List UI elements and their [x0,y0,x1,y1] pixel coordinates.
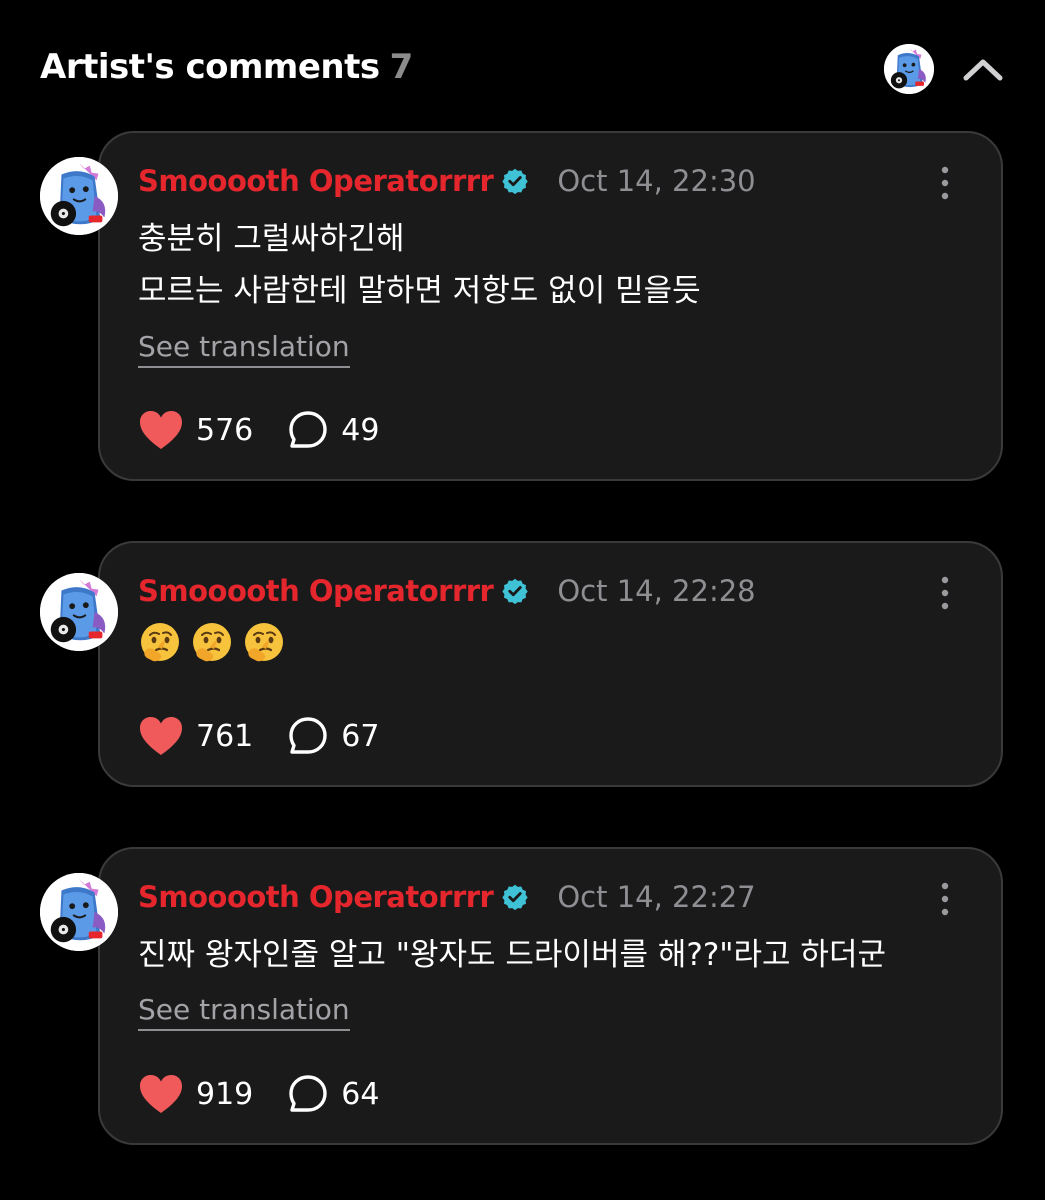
thinking-face-emoji [138,621,182,665]
verified-badge-icon [501,883,529,911]
like-button[interactable]: 919 [138,1073,253,1115]
see-translation-link[interactable]: See translation [138,993,350,1031]
author-name[interactable]: Smooooth Operatorrrr [138,164,494,198]
more-options-button[interactable] [933,165,957,201]
collapse-button[interactable] [960,50,1006,90]
reply-button[interactable]: 64 [287,1073,379,1115]
speech-bubble-icon [287,1073,329,1115]
more-options-button[interactable] [933,881,957,917]
avatar-icon [40,573,118,651]
like-count: 761 [196,718,254,754]
like-count: 919 [196,1076,254,1112]
avatar[interactable] [40,873,118,951]
avatar-icon [884,44,934,94]
reply-count: 49 [341,412,380,448]
speech-bubble-icon [287,715,329,757]
comment-line: 모르는 사람한테 말하면 저항도 없이 믿을듯 [138,273,701,309]
timestamp: Oct 14, 22:28 [557,574,756,608]
more-options-button[interactable] [933,575,957,611]
heart-icon [138,409,184,451]
comment-actions: 761 67 [138,715,379,757]
like-button[interactable]: 761 [138,715,253,757]
comment-card: Smooooth Operatorrrr Oct 14, 22:27 진짜 왕자… [40,847,1003,1145]
section-title-text: Artist's comments [40,47,380,87]
avatar-icon [40,873,118,951]
reply-button[interactable]: 49 [287,409,379,451]
reply-count: 67 [341,718,380,754]
thinking-face-emoji [190,621,234,665]
avatar[interactable] [40,573,118,651]
reply-button[interactable]: 67 [287,715,379,757]
comment-line: 충분히 그럴싸하긴해 [138,221,405,257]
comment-meta: Smooooth Operatorrrr Oct 14, 22:28 [138,571,756,611]
avatar[interactable] [40,157,118,235]
see-translation-link[interactable]: See translation [138,330,350,368]
comment-meta: Smooooth Operatorrrr Oct 14, 22:30 [138,161,756,201]
avatar-icon [40,157,118,235]
vertical-ellipsis-icon [933,165,957,201]
verified-badge-icon [501,167,529,195]
comment-card: Smooooth Operatorrrr Oct 14, 22:30 충분히 그… [40,131,1003,481]
comment-actions: 919 64 [138,1073,379,1115]
comments-header: Artist's comments 7 [40,44,1005,94]
comment-count: 7 [389,47,414,87]
verified-badge-icon [501,577,529,605]
thinking-face-emoji [242,621,286,665]
timestamp: Oct 14, 22:30 [557,164,756,198]
vertical-ellipsis-icon [933,575,957,611]
timestamp: Oct 14, 22:27 [557,880,756,914]
comment-body [138,621,294,665]
like-count: 576 [196,412,254,448]
author-name[interactable]: Smooooth Operatorrrr [138,574,494,608]
comment-card: Smooooth Operatorrrr Oct 14, 22:28 761 6… [40,541,1003,787]
reply-count: 64 [341,1076,380,1112]
comment-meta: Smooooth Operatorrrr Oct 14, 22:27 [138,877,756,917]
author-name[interactable]: Smooooth Operatorrrr [138,880,494,914]
comment-line: 진짜 왕자인줄 알고 "왕자도 드라이버를 해??"라고 하더군 [138,937,886,973]
like-button[interactable]: 576 [138,409,253,451]
avatar[interactable] [884,44,934,94]
comment-body: 진짜 왕자인줄 알고 "왕자도 드라이버를 해??"라고 하더군 [138,929,886,981]
heart-icon [138,1073,184,1115]
section-title: Artist's comments 7 [40,44,413,90]
speech-bubble-icon [287,409,329,451]
chevron-up-icon [963,59,1003,81]
comment-body: 충분히 그럴싸하긴해 모르는 사람한테 말하면 저항도 없이 믿을듯 [138,213,701,317]
vertical-ellipsis-icon [933,881,957,917]
comment-actions: 576 49 [138,409,379,451]
heart-icon [138,715,184,757]
